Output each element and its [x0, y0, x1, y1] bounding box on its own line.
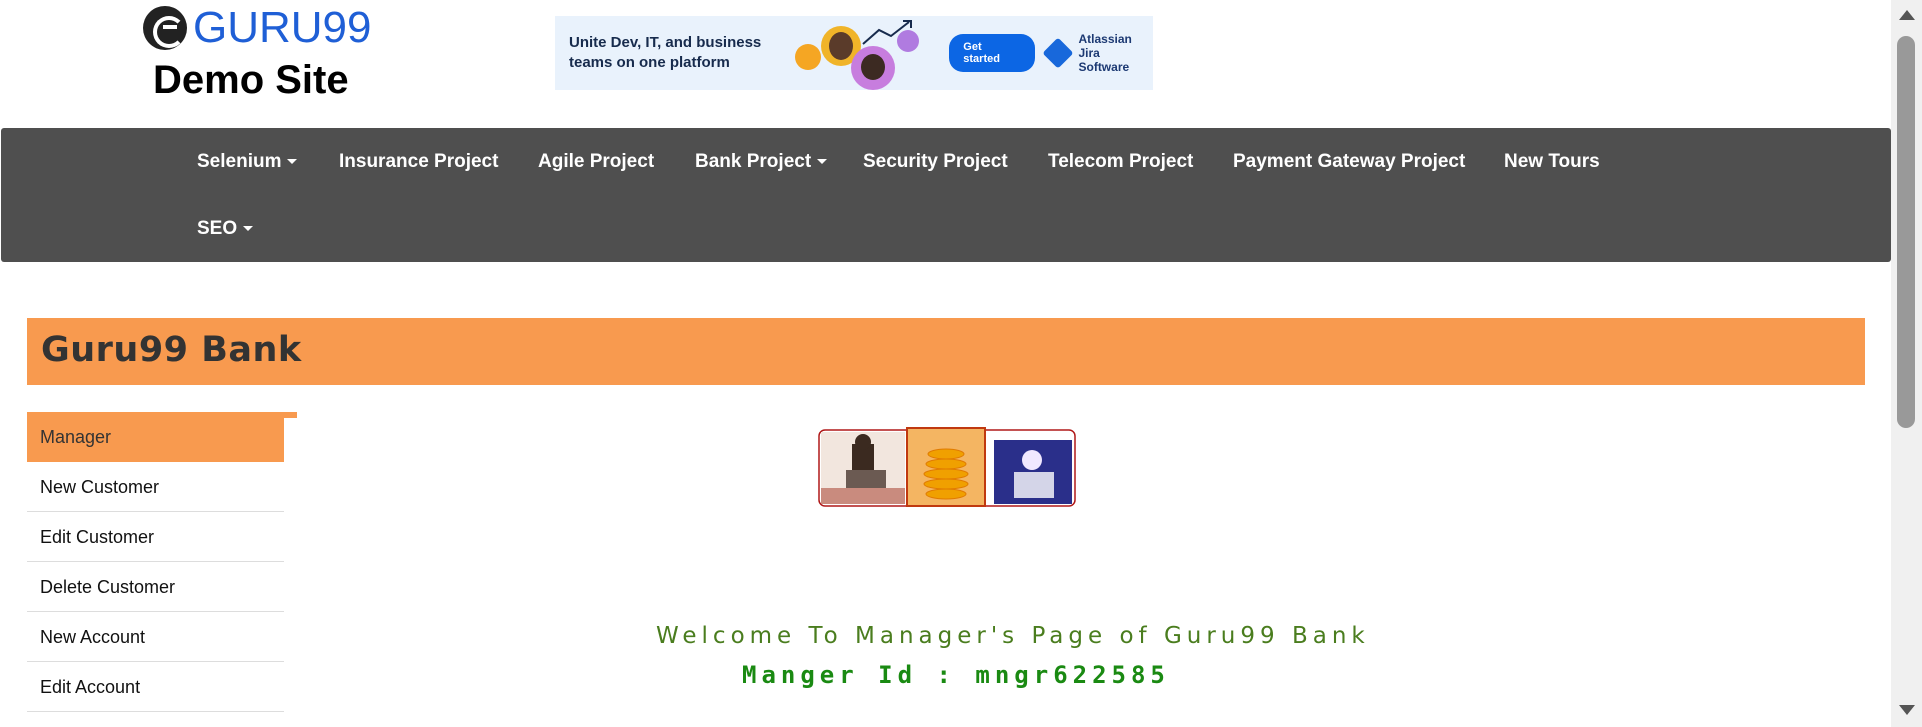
page-scrollbar[interactable]	[1891, 0, 1922, 727]
sidebar-item-new-customer[interactable]: New Customer	[27, 462, 284, 512]
nav-item-security-project[interactable]: Security Project	[863, 151, 1008, 173]
site-logo[interactable]: GURU99 Demo Site	[143, 6, 383, 102]
ad-get-started-button[interactable]: Get started	[949, 34, 1035, 72]
nav-item-label: Security Project	[863, 151, 1008, 172]
sidebar-item-edit-customer[interactable]: Edit Customer	[27, 512, 284, 562]
jira-logo-icon	[1042, 37, 1074, 69]
sidebar-item-edit-account[interactable]: Edit Account	[27, 662, 284, 712]
nav-item-selenium[interactable]: Selenium	[197, 151, 298, 173]
ad-brand-line1: Atlassian	[1078, 32, 1132, 46]
nav-item-bank-project[interactable]: Bank Project	[695, 151, 828, 173]
ad-brand-line2: Jira Software	[1078, 46, 1130, 74]
sidebar-item-manager[interactable]: Manager	[27, 412, 284, 462]
nav-item-label: New Tours	[1504, 151, 1600, 172]
nav-item-label: Telecom Project	[1048, 151, 1194, 172]
nav-item-label: Insurance Project	[339, 151, 499, 172]
nav-item-label: Selenium	[197, 151, 282, 172]
nav-item-payment-gateway-project[interactable]: Payment Gateway Project	[1233, 151, 1465, 173]
scroll-up-arrow-icon[interactable]	[1899, 10, 1915, 20]
ad-headline: Unite Dev, IT, and business teams on one…	[569, 34, 762, 71]
bank-banner-image	[818, 424, 1078, 508]
ad-brand: Atlassian Jira Software	[1042, 32, 1153, 74]
scroll-thumb[interactable]	[1897, 36, 1915, 428]
ad-banner[interactable]: Unite Dev, IT, and business teams on one…	[555, 16, 1153, 90]
nav-item-insurance-project[interactable]: Insurance Project	[339, 151, 498, 173]
banner-photos-graphic	[818, 427, 1076, 507]
main-navbar: Selenium Insurance Project Agile Project…	[1, 128, 1891, 262]
caret-down-icon	[243, 226, 254, 232]
caret-down-icon	[287, 159, 298, 165]
nav-item-telecom-project[interactable]: Telecom Project	[1048, 151, 1193, 173]
ad-illustration	[777, 16, 925, 90]
nav-item-new-tours[interactable]: New Tours	[1504, 151, 1600, 173]
page-title: Guru99 Bank	[41, 330, 302, 370]
nav-item-label: SEO	[197, 218, 238, 239]
caret-down-icon	[817, 159, 828, 165]
nav-item-label: Bank Project	[695, 151, 812, 172]
guru99-logo-icon	[143, 6, 187, 50]
logo-text: GURU99	[193, 3, 372, 52]
nav-item-label: Payment Gateway Project	[1233, 151, 1466, 172]
nav-item-agile-project[interactable]: Agile Project	[538, 151, 654, 173]
manager-id: Manger Id : mngr622585	[742, 661, 1170, 689]
sidebar-item-delete-customer[interactable]: Delete Customer	[27, 562, 284, 612]
nav-item-label: Agile Project	[538, 151, 655, 172]
scroll-down-arrow-icon[interactable]	[1899, 705, 1915, 715]
welcome-message: Welcome To Manager's Page of Guru99 Bank	[656, 623, 1370, 649]
nav-item-seo[interactable]: SEO	[197, 218, 254, 240]
page-title-bar: Guru99 Bank	[27, 318, 1865, 385]
logo-subtitle: Demo Site	[153, 58, 349, 102]
